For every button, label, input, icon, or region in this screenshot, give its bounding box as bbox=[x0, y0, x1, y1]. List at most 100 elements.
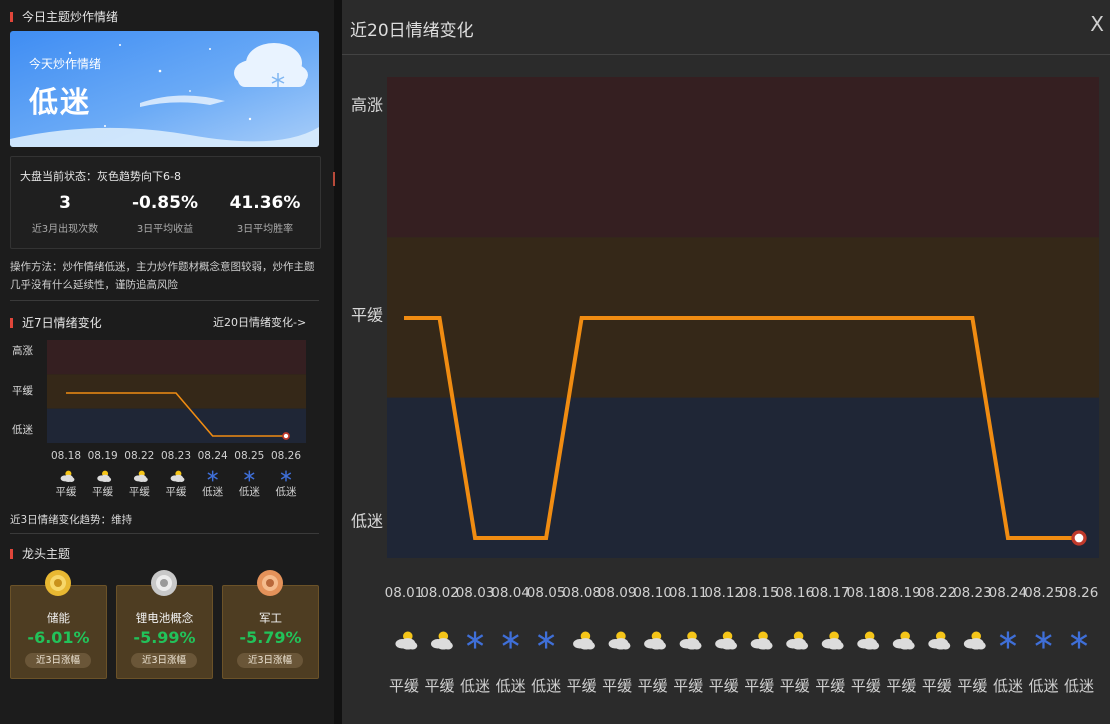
x-tick-label: 08.25 bbox=[234, 450, 264, 462]
x-tick-label: 08.22 bbox=[124, 450, 154, 462]
x-tick-label: 08.24 bbox=[198, 450, 228, 462]
x-tick-label: 08.03 bbox=[456, 585, 495, 601]
data-point bbox=[282, 432, 290, 440]
panel-separator bbox=[334, 0, 342, 724]
y-level-label: 低迷 bbox=[12, 423, 33, 436]
mood-label: 低迷 bbox=[496, 677, 526, 695]
snowflake-icon bbox=[1070, 631, 1088, 649]
mood-label: 平缓 bbox=[129, 485, 150, 498]
x-tick-label: 08.24 bbox=[989, 585, 1028, 601]
y-level-label: 高涨 bbox=[351, 96, 383, 115]
mood-label: 低迷 bbox=[1028, 677, 1058, 695]
band-high bbox=[47, 340, 306, 375]
y-level-label: 平缓 bbox=[351, 306, 383, 325]
band-mid bbox=[47, 374, 306, 409]
banner-subtitle: 今天炒作情绪 bbox=[29, 57, 102, 71]
sun-cloud-icon bbox=[133, 470, 148, 482]
mood-label: 低迷 bbox=[1064, 677, 1094, 695]
x-tick-label: 08.22 bbox=[918, 585, 957, 601]
x-tick-label: 08.12 bbox=[704, 585, 743, 601]
banner-mood: 低迷 bbox=[29, 85, 92, 119]
snowflake-icon bbox=[207, 470, 218, 482]
market-status: 大盘当前状态：灰色趋势向下6-8 bbox=[20, 170, 181, 183]
y-level-label: 高涨 bbox=[12, 344, 33, 357]
x-tick-label: 08.26 bbox=[271, 450, 301, 462]
sun-cloud-icon bbox=[395, 631, 418, 650]
mood-label: 平缓 bbox=[815, 677, 845, 695]
section-title-7day: 近7日情绪变化 bbox=[10, 314, 102, 331]
mood-20day-chart: 高涨平缓低迷08.01平缓08.02平缓08.03低迷08.04低迷08.05低… bbox=[351, 77, 1099, 695]
sun-cloud-icon bbox=[608, 631, 631, 650]
band-low bbox=[47, 408, 306, 443]
sun-cloud-icon bbox=[963, 631, 986, 650]
mood-label: 平缓 bbox=[602, 677, 632, 695]
section-title-leader: 龙头主题 bbox=[10, 545, 70, 562]
bronze-medal-icon bbox=[257, 570, 283, 596]
section-title-today-label: 今日主题炒作情绪 bbox=[22, 10, 119, 24]
operation-advice: 操作方法：炒作情绪低迷，主力炒作题材概念意图较弱，炒作主题几乎没有什么延续性，谨… bbox=[10, 261, 315, 291]
mood-label: 低迷 bbox=[460, 677, 490, 695]
mood-label: 平缓 bbox=[957, 677, 987, 695]
mood-label: 平缓 bbox=[851, 677, 881, 695]
view-20day-link[interactable]: 近20日情绪变化-> bbox=[213, 314, 306, 330]
section-title-leader-label: 龙头主题 bbox=[22, 547, 71, 561]
sun-cloud-icon bbox=[750, 631, 773, 650]
three-day-change-button[interactable]: 近3日涨幅 bbox=[131, 653, 197, 668]
x-tick-label: 08.23 bbox=[161, 450, 191, 462]
trend-summary: 近3日情绪变化趋势：维持 bbox=[10, 514, 133, 526]
stat-value: 41.36% bbox=[229, 193, 301, 213]
x-tick-label: 08.17 bbox=[811, 585, 850, 601]
divider bbox=[10, 300, 319, 301]
stat-win-rate: 41.36% 3日平均胜率 bbox=[215, 193, 315, 235]
three-day-change-button[interactable]: 近3日涨幅 bbox=[237, 653, 303, 668]
market-stats-box: 大盘当前状态：灰色趋势向下6-8 3 近3月出现次数 -0.85% 3日平均收益… bbox=[10, 156, 321, 249]
sun-cloud-icon bbox=[430, 631, 453, 650]
sun-cloud-icon bbox=[715, 631, 738, 650]
y-level-label: 平缓 bbox=[12, 384, 33, 397]
snowflake-icon bbox=[502, 631, 519, 649]
snow-cloud-icon bbox=[234, 43, 308, 87]
mood-label: 平缓 bbox=[922, 677, 952, 695]
sun-cloud-icon bbox=[679, 631, 702, 650]
sun-cloud-icon bbox=[928, 631, 951, 650]
mood-banner: 今天炒作情绪 低迷 bbox=[10, 31, 319, 147]
mood-label: 平缓 bbox=[567, 677, 597, 695]
snowflake-icon bbox=[999, 631, 1017, 649]
leader-card-2[interactable]: 锂电池概念 -5.99% 近3日涨幅 bbox=[116, 570, 213, 679]
sun-cloud-icon bbox=[892, 631, 915, 650]
sun-cloud-icon bbox=[644, 631, 666, 650]
sun-cloud-icon bbox=[821, 631, 844, 650]
x-tick-label: 08.08 bbox=[562, 585, 601, 601]
leader-card-3[interactable]: 军工 -5.79% 近3日涨幅 bbox=[222, 570, 319, 679]
snowflake-icon bbox=[1035, 631, 1052, 649]
band-low bbox=[387, 397, 1099, 558]
x-tick-label: 08.26 bbox=[1060, 585, 1099, 601]
mood-label: 平缓 bbox=[673, 677, 703, 695]
mood-label: 低迷 bbox=[531, 677, 561, 695]
section-title-today: 今日主题炒作情绪 bbox=[10, 8, 118, 25]
section-marker bbox=[10, 317, 13, 328]
three-day-change-button[interactable]: 近3日涨幅 bbox=[25, 653, 91, 668]
sun-cloud-icon bbox=[97, 470, 112, 482]
mood-label: 平缓 bbox=[389, 677, 419, 695]
sun-cloud-icon bbox=[573, 631, 595, 650]
sun-cloud-icon bbox=[170, 470, 185, 482]
x-tick-label: 08.15 bbox=[740, 585, 779, 601]
band-high bbox=[387, 77, 1099, 238]
theme-name: 储能 bbox=[47, 611, 70, 625]
mood-label: 平缓 bbox=[92, 485, 113, 498]
leader-card-1[interactable]: 储能 -6.01% 近3日涨幅 bbox=[10, 570, 107, 679]
snowflake-icon bbox=[466, 631, 484, 649]
section-marker bbox=[10, 11, 13, 22]
x-tick-label: 08.11 bbox=[669, 585, 708, 601]
mood-label: 平缓 bbox=[744, 677, 774, 695]
stat-occurrences: 3 近3月出现次数 bbox=[15, 193, 115, 235]
snowflake-icon bbox=[280, 470, 292, 482]
snowflake-icon bbox=[537, 631, 555, 649]
x-tick-label: 08.01 bbox=[385, 585, 424, 601]
theme-change: -6.01% bbox=[27, 628, 90, 647]
mood-label: 低迷 bbox=[993, 677, 1023, 695]
stat-value: -0.85% bbox=[131, 193, 199, 213]
mood-label: 平缓 bbox=[56, 485, 77, 498]
sun-cloud-icon bbox=[60, 470, 75, 482]
